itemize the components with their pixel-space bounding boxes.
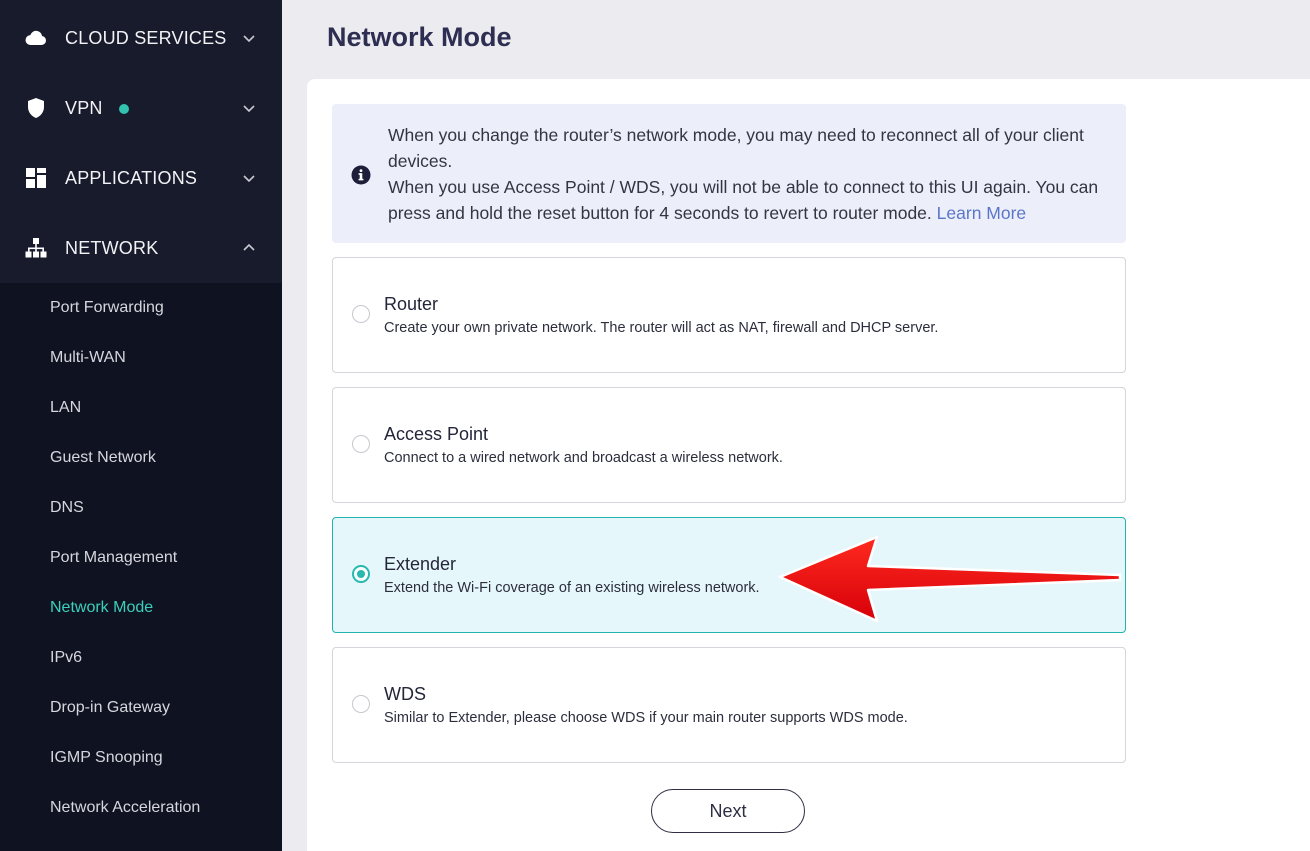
info-line-1: When you change the router’s network mod… [388, 125, 1084, 171]
mode-option-access-point[interactable]: Access Point Connect to a wired network … [332, 387, 1126, 503]
sidebar-item-multi-wan[interactable]: Multi-WAN [50, 348, 126, 368]
sidebar-section-label: VPN [65, 97, 103, 118]
radio-router[interactable] [352, 305, 370, 323]
option-title: Extender [384, 554, 457, 574]
cloud-icon [25, 30, 47, 46]
sidebar-item-igmp-snooping[interactable]: IGMP Snooping [50, 748, 163, 768]
info-text: When you change the router’s network mod… [388, 122, 1113, 226]
sidebar-item-lan[interactable]: LAN [50, 398, 81, 418]
annotation-arrow-icon [778, 535, 1122, 623]
info-line-2: When you use Access Point / WDS, you wil… [388, 174, 1113, 226]
mode-option-wds[interactable]: WDS Similar to Extender, please choose W… [332, 647, 1126, 763]
info-notice: When you change the router’s network mod… [332, 104, 1126, 243]
sidebar-item-network-acceleration[interactable]: Network Acceleration [50, 798, 200, 818]
sidebar: CLOUD SERVICES VPN APPLICATIONS NETWORK … [0, 0, 282, 851]
chevron-down-icon [243, 105, 255, 113]
sidebar-section-cloud-services[interactable]: CLOUD SERVICES [0, 3, 282, 73]
radio-access-point[interactable] [352, 435, 370, 453]
option-description: Similar to Extender, please choose WDS i… [384, 710, 908, 726]
page-title: Network Mode [327, 22, 512, 52]
sidebar-item-port-forwarding[interactable]: Port Forwarding [50, 298, 164, 318]
option-title: Router [384, 294, 439, 314]
network-icon [25, 238, 47, 258]
sidebar-section-label: APPLICATIONS [65, 167, 198, 188]
sidebar-item-guest-network[interactable]: Guest Network [50, 448, 156, 468]
chevron-down-icon [243, 175, 255, 183]
next-button[interactable]: Next [651, 789, 805, 833]
sidebar-section-label: CLOUD SERVICES [65, 27, 227, 48]
sidebar-item-dns[interactable]: DNS [50, 498, 84, 518]
sidebar-section-vpn[interactable]: VPN [0, 73, 282, 143]
radio-extender[interactable] [352, 565, 370, 583]
chevron-down-icon [243, 35, 255, 43]
apps-grid-icon [26, 168, 46, 188]
sidebar-section-applications[interactable]: APPLICATIONS [0, 143, 282, 213]
mode-option-router[interactable]: Router Create your own private network. … [332, 257, 1126, 373]
shield-icon [28, 98, 44, 118]
option-description: Create your own private network. The rou… [384, 320, 939, 336]
sidebar-item-drop-in-gateway[interactable]: Drop-in Gateway [50, 698, 170, 718]
network-submenu: Port Forwarding Multi-WAN LAN Guest Netw… [0, 283, 282, 851]
option-description: Extend the Wi-Fi coverage of an existing… [384, 580, 760, 596]
sidebar-item-port-management[interactable]: Port Management [50, 548, 177, 568]
option-title: Access Point [384, 424, 489, 444]
learn-more-link[interactable]: Learn More [937, 203, 1027, 223]
sidebar-item-network-mode[interactable]: Network Mode [50, 598, 153, 618]
info-icon [351, 165, 371, 185]
sidebar-item-ipv6[interactable]: IPv6 [50, 648, 82, 668]
sidebar-section-label: NETWORK [65, 237, 159, 258]
option-description: Connect to a wired network and broadcast… [384, 450, 783, 466]
sidebar-section-network[interactable]: NETWORK [0, 213, 282, 283]
vpn-status-dot [119, 104, 129, 114]
radio-wds[interactable] [352, 695, 370, 713]
chevron-up-icon [243, 243, 255, 251]
option-title: WDS [384, 684, 426, 704]
